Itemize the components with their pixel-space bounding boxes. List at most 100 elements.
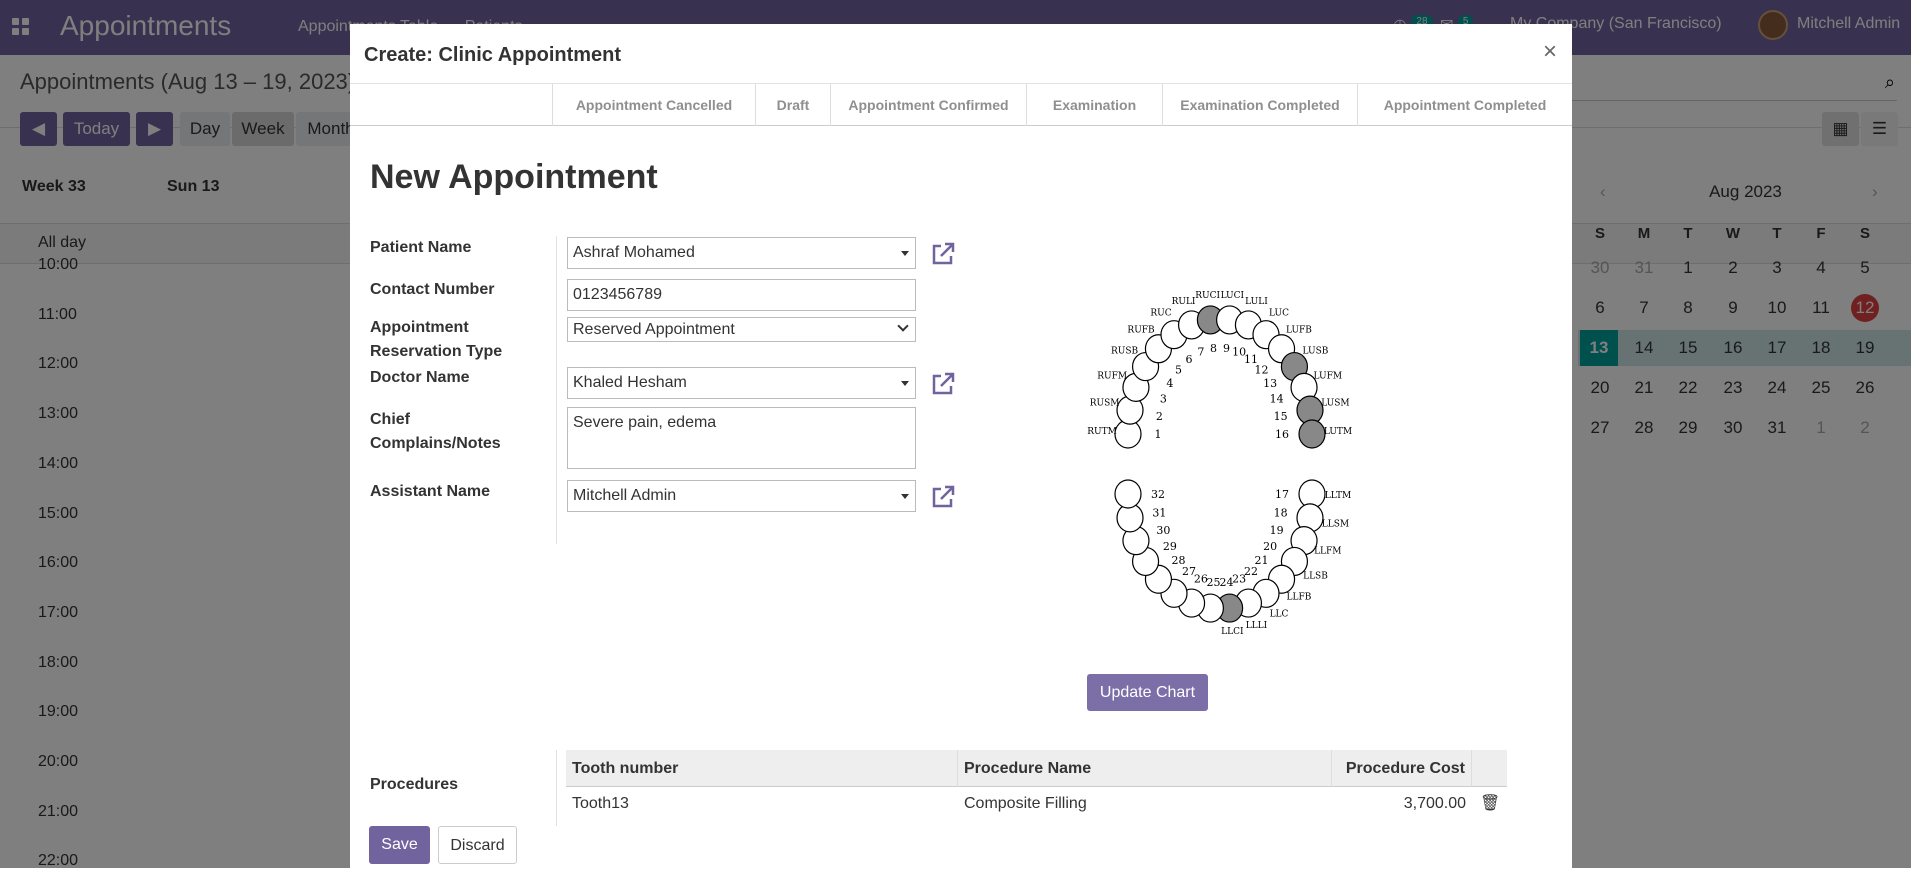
stage-cancelled[interactable]: Appointment Cancelled — [552, 84, 755, 126]
tooth-code: LLSM — [1322, 519, 1349, 529]
tooth-code: LLFM — [1314, 547, 1341, 557]
record-heading: New Appointment — [370, 158, 658, 196]
reservation-type-label: Appointment Reservation Type — [370, 319, 503, 360]
col-procedure-cost[interactable]: Procedure Cost — [1332, 750, 1472, 787]
tooth-number: 12 — [1254, 364, 1268, 377]
col-procedure-name[interactable]: Procedure Name — [958, 750, 1332, 787]
contact-label: Contact Number — [370, 281, 495, 298]
stage-examination[interactable]: Examination — [1026, 84, 1162, 126]
tooth-number: 14 — [1270, 393, 1284, 406]
tooth-code: LLCI — [1221, 627, 1244, 637]
procedures-label: Procedures — [370, 776, 459, 793]
dialog-title: Create: Clinic Appointment — [364, 44, 622, 66]
tooth-code: LUCI — [1221, 291, 1245, 301]
tooth-number: 5 — [1175, 364, 1182, 377]
stage-examination-completed[interactable]: Examination Completed — [1162, 84, 1357, 126]
patient-field[interactable]: Ashraf Mohamed — [567, 237, 916, 269]
doctor-field[interactable]: Khaled Hesham — [567, 367, 916, 399]
tooth-number: 6 — [1186, 353, 1193, 366]
tooth-code: LUFB — [1286, 325, 1312, 335]
tooth-number: 28 — [1172, 554, 1186, 567]
tooth-number: 19 — [1270, 524, 1284, 537]
doctor-label: Doctor Name — [370, 369, 470, 386]
complaints-label: Chief Complains/Notes — [370, 411, 501, 452]
assistant-label: Assistant Name — [370, 483, 491, 500]
patient-label: Patient Name — [370, 239, 472, 256]
tooth-number: 20 — [1263, 540, 1277, 553]
contact-field[interactable]: 0123456789 — [567, 279, 916, 311]
cell-tooth[interactable]: Tooth13 — [572, 787, 629, 821]
stage-draft[interactable]: Draft — [755, 84, 830, 126]
tooth-number: 31 — [1152, 506, 1166, 519]
tooth-number: 2 — [1156, 410, 1163, 423]
tooth-code: LUSB — [1303, 347, 1329, 357]
tooth-number: 15 — [1274, 410, 1288, 423]
update-chart-button[interactable]: Update Chart — [1087, 674, 1208, 711]
tooth-number: 18 — [1274, 506, 1288, 519]
reservation-type-select[interactable]: Reserved Appointment — [567, 317, 916, 342]
form-separator — [556, 750, 557, 830]
tooth-number: 30 — [1156, 524, 1170, 537]
tooth-code: LLC — [1270, 609, 1289, 619]
tooth-code: RUFM — [1097, 371, 1127, 381]
tooth[interactable] — [1298, 419, 1326, 449]
tooth-number: 24 — [1219, 576, 1233, 589]
tooth-number: 13 — [1263, 377, 1277, 390]
external-link-icon[interactable] — [930, 371, 956, 397]
dialog-footer: Save Discard — [350, 826, 1572, 868]
tooth-code: LUTM — [1324, 427, 1352, 437]
tooth-code: LLLI — [1246, 621, 1268, 631]
tooth-number: 8 — [1210, 342, 1217, 355]
cell-procedure[interactable]: Composite Filling — [964, 787, 1087, 821]
tooth-code: RUCI — [1195, 291, 1220, 301]
tooth-code: RUFB — [1127, 325, 1155, 335]
tooth-code: LULI — [1245, 297, 1268, 307]
tooth-number: 32 — [1151, 488, 1165, 501]
tooth-number: 1 — [1155, 428, 1162, 441]
tooth-code: RUSM — [1090, 399, 1120, 409]
col-tooth-number[interactable]: Tooth number — [566, 750, 958, 787]
tooth-number: 16 — [1275, 428, 1289, 441]
tooth-code: LLFB — [1287, 593, 1312, 603]
tooth-code: RULI — [1172, 297, 1196, 307]
create-appointment-dialog: Create: Clinic Appointment × Appointment… — [350, 24, 1572, 868]
tooth-number: 17 — [1275, 488, 1289, 501]
tooth-code: LLTM — [1325, 491, 1351, 501]
tooth-number: 25 — [1207, 576, 1221, 589]
tooth[interactable] — [1114, 479, 1142, 509]
assistant-field[interactable]: Mitchell Admin — [567, 480, 916, 512]
external-link-icon[interactable] — [930, 241, 956, 267]
trash-icon[interactable]: 🗑 — [1480, 787, 1500, 821]
save-button[interactable]: Save — [369, 826, 430, 864]
tooth-code: RUTM — [1087, 427, 1117, 437]
tooth-chart: 1 RUTM 2 RUSM 3 RUFM 4 RUSB 5 RUFB 6 RUC 7 RULI 8 RUCI 9… — [1087, 291, 1352, 637]
caret-down-icon[interactable] — [901, 251, 909, 256]
form-separator — [556, 236, 557, 544]
tooth-number: 29 — [1163, 540, 1177, 553]
status-bar: Appointment Cancelled Draft Appointment … — [350, 84, 1572, 126]
cell-cost[interactable]: 3,700.00 — [1332, 787, 1466, 821]
caret-down-icon[interactable] — [901, 494, 909, 499]
tooth-number: 3 — [1160, 393, 1167, 406]
tooth-number: 23 — [1232, 572, 1246, 585]
external-link-icon[interactable] — [930, 484, 956, 510]
tooth-code: LLSB — [1303, 571, 1328, 581]
caret-down-icon[interactable] — [901, 381, 909, 386]
complaints-textarea[interactable]: Severe pain, edema — [567, 407, 916, 469]
procedures-table: Tooth number Procedure Name Procedure Co… — [566, 750, 1507, 832]
chevron-down-icon — [897, 320, 909, 332]
tooth-number: 4 — [1166, 377, 1173, 390]
tooth-code: LUFM — [1314, 371, 1343, 381]
discard-button[interactable]: Discard — [438, 826, 517, 864]
tooth-code: LUSM — [1321, 399, 1349, 409]
stage-confirmed[interactable]: Appointment Confirmed — [830, 84, 1026, 126]
dialog-header: Create: Clinic Appointment × — [350, 24, 1572, 84]
close-icon[interactable]: × — [1543, 38, 1557, 66]
tooth-number: 7 — [1197, 346, 1204, 359]
tooth-code: RUSB — [1111, 347, 1139, 357]
tooth-code: RUC — [1150, 309, 1171, 319]
tooth-code: LUC — [1269, 309, 1289, 319]
col-actions — [1472, 750, 1507, 787]
tooth-number: 9 — [1223, 342, 1230, 355]
stage-appointment-completed[interactable]: Appointment Completed — [1357, 84, 1572, 126]
